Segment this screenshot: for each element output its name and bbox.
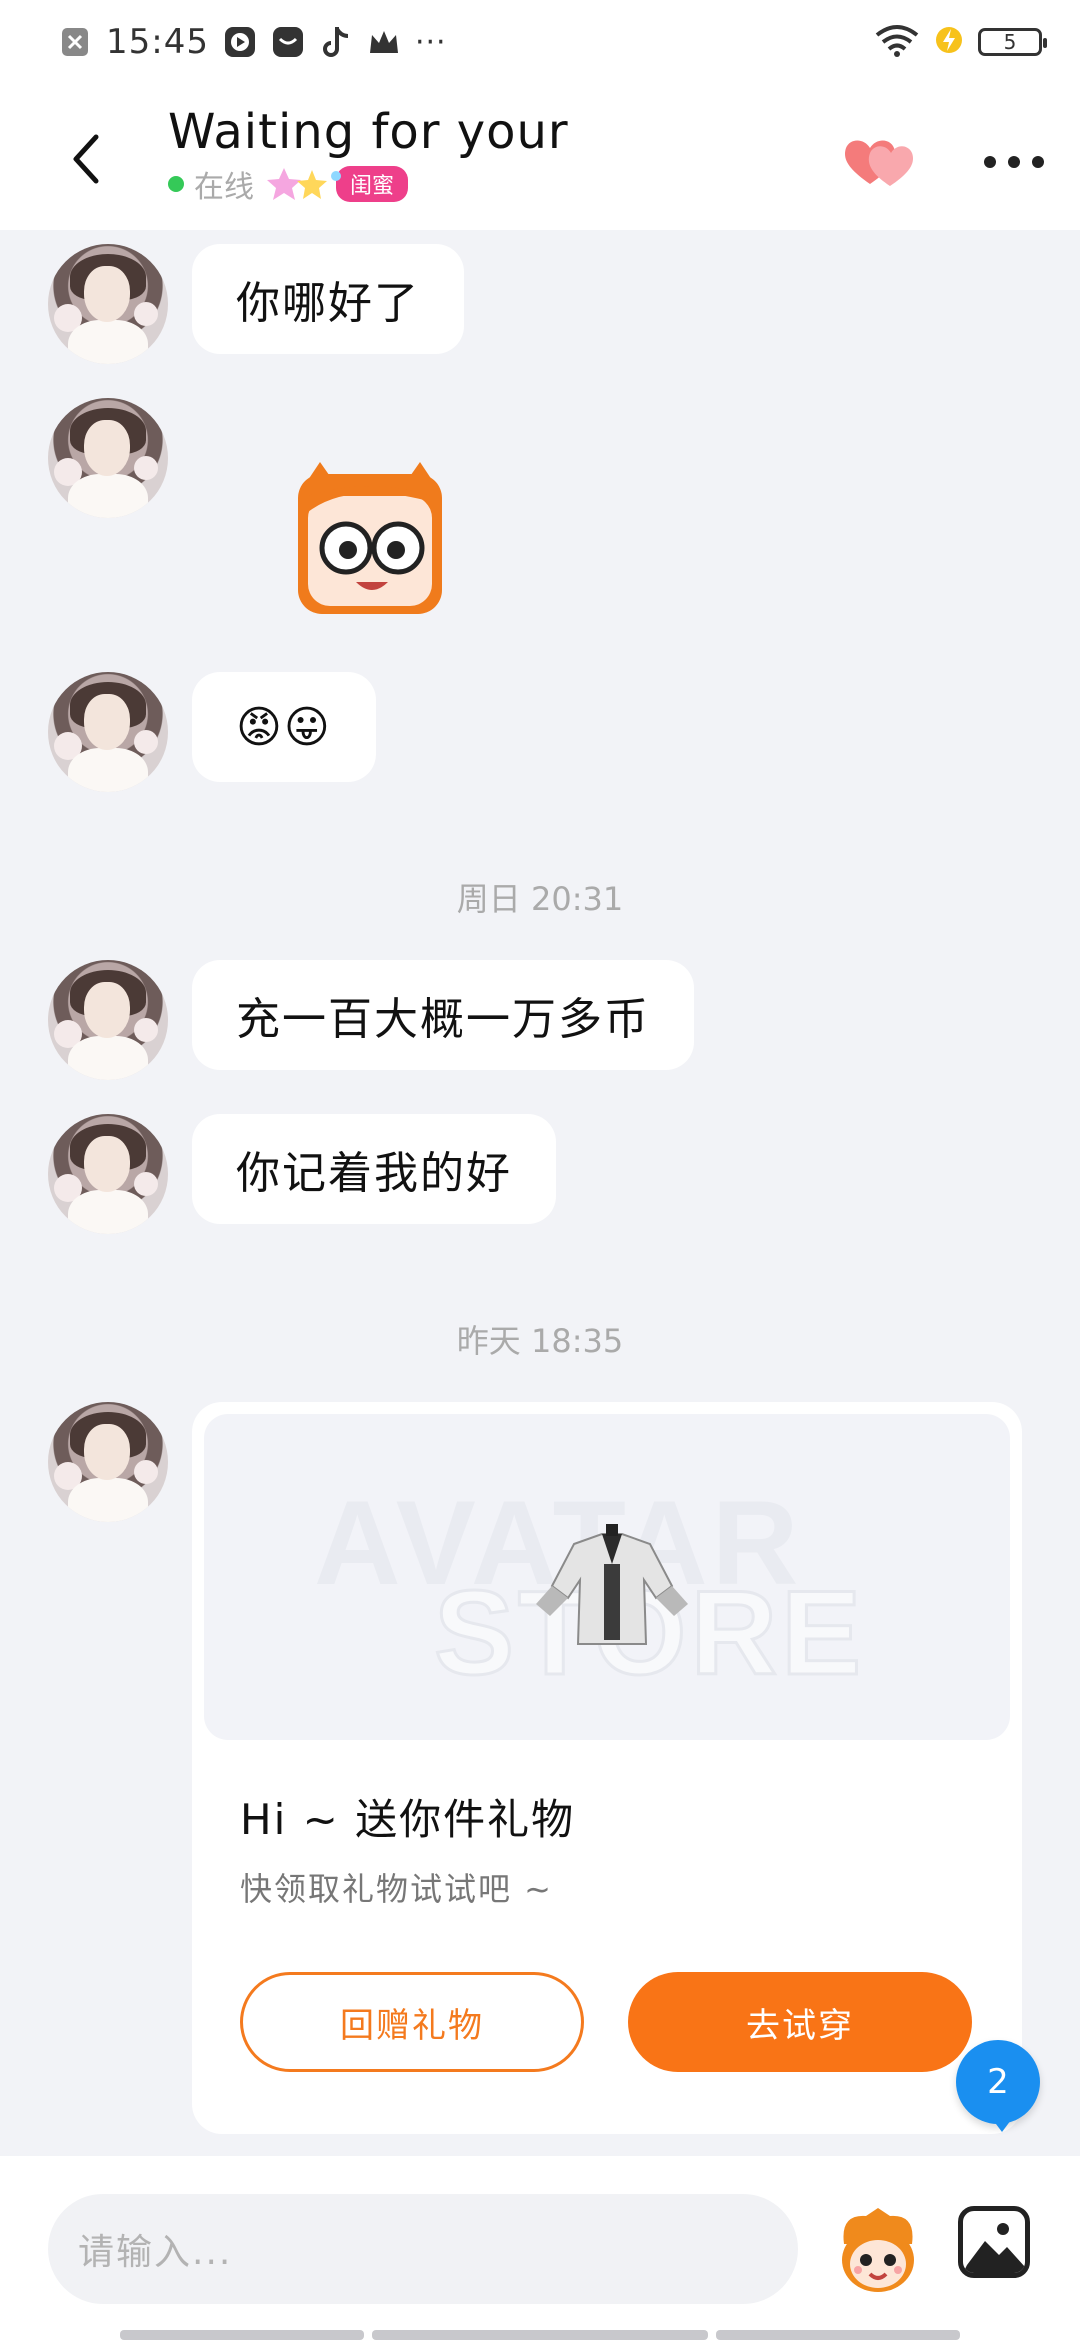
- online-dot-icon: [168, 176, 184, 192]
- message-bubble-emoji[interactable]: 😡😛: [192, 672, 376, 782]
- image-icon: [963, 2223, 1025, 2273]
- nav-indicator: [716, 2330, 960, 2340]
- message-input[interactable]: 请输入...: [48, 2194, 798, 2304]
- stars-icon: [264, 164, 352, 204]
- dot-icon: [1032, 156, 1044, 168]
- message-icon: [271, 25, 305, 59]
- return-gift-button[interactable]: 回赠礼物: [240, 1972, 584, 2072]
- mascot-emoji-button[interactable]: [830, 2204, 926, 2296]
- status-bar-right: 5: [874, 22, 1047, 62]
- tiktok-icon: [319, 25, 353, 59]
- online-status: 在线 闺蜜: [168, 164, 409, 205]
- nerd-face-sticker-icon: [298, 462, 442, 614]
- chevron-left-icon: [73, 134, 99, 184]
- message-bubble[interactable]: 你记着我的好: [192, 1114, 556, 1224]
- more-dots-icon: ···: [414, 24, 447, 60]
- sticker-message[interactable]: [290, 456, 450, 620]
- input-bar: 请输入...: [0, 2156, 1080, 2340]
- jacket-gift-icon: [536, 1524, 688, 1645]
- mascot-icon: [842, 2208, 914, 2292]
- battery-icon: 5: [978, 28, 1047, 56]
- unread-count-button[interactable]: 2: [956, 2040, 1040, 2132]
- intimacy-heart-button[interactable]: [840, 132, 920, 192]
- play-icon: [223, 25, 257, 59]
- gift-banner: AVATAR STORE: [204, 1414, 1010, 1740]
- dot-icon: [1008, 156, 1020, 168]
- message-bubble[interactable]: 充一百大概一万多币: [192, 960, 694, 1070]
- gift-title: Hi ~ 送你件礼物: [240, 1795, 576, 1844]
- chat-header: Waiting for your 在线 闺蜜: [0, 84, 1080, 230]
- more-options-button[interactable]: [984, 142, 1044, 182]
- timestamp: 周日 20:31: [456, 880, 624, 918]
- contact-avatar[interactable]: [48, 960, 168, 1080]
- image-picker-button[interactable]: [958, 2206, 1030, 2278]
- gift-subtitle: 快领取礼物试试吧 ~: [240, 1870, 553, 1908]
- wifi-icon: [874, 23, 920, 61]
- relation-badge[interactable]: 闺蜜: [264, 164, 409, 204]
- chat-title[interactable]: Waiting for your: [168, 104, 569, 160]
- status-bar-left: 15:45 ···: [58, 20, 447, 64]
- try-on-button[interactable]: 去试穿: [628, 1972, 972, 2072]
- nav-indicator: [120, 2330, 364, 2340]
- back-button[interactable]: [56, 124, 116, 194]
- gift-card[interactable]: AVATAR STORE Hi ~ 送你件礼物 快领取礼物试试吧 ~ 回赠礼物 …: [192, 1402, 1022, 2134]
- double-heart-icon: [845, 140, 914, 186]
- contact-avatar[interactable]: [48, 398, 168, 518]
- close-box-icon: [58, 25, 92, 59]
- nav-indicator: [372, 2330, 708, 2340]
- timestamp: 昨天 18:35: [456, 1322, 624, 1360]
- contact-avatar[interactable]: [48, 1402, 168, 1522]
- contact-avatar[interactable]: [48, 244, 168, 364]
- online-label: 在线: [194, 170, 254, 205]
- charging-bolt-icon: [934, 23, 964, 61]
- contact-avatar[interactable]: [48, 1114, 168, 1234]
- message-bubble[interactable]: 你哪好了: [192, 244, 464, 354]
- battery-level: 5: [1003, 30, 1017, 54]
- status-time: 15:45: [106, 22, 209, 62]
- crown-icon: [367, 25, 401, 59]
- contact-avatar[interactable]: [48, 672, 168, 792]
- dot-icon: [984, 156, 996, 168]
- unread-count: 2: [987, 2062, 1009, 2102]
- status-bar: 15:45 ··· 5: [0, 0, 1080, 84]
